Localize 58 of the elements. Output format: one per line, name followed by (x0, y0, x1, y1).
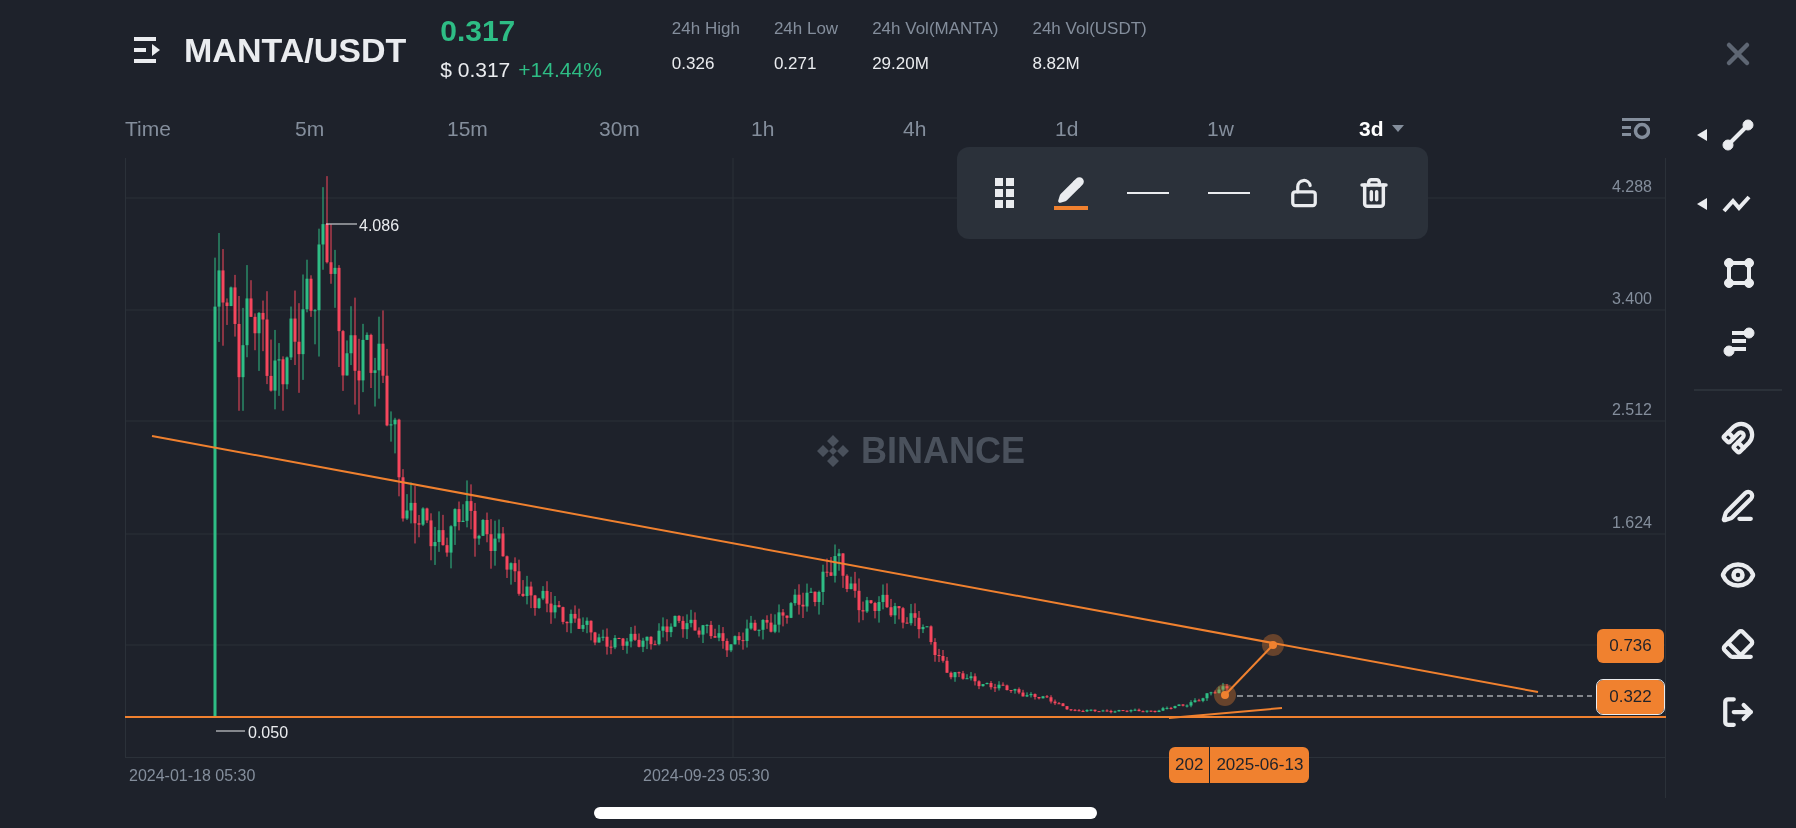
last-price: 0.317 (440, 14, 517, 49)
pen-color-swatch (1053, 206, 1088, 210)
price-change: +14.44% (518, 57, 602, 84)
interval-tab[interactable]: 5m (295, 113, 447, 145)
line-tool-icon[interactable] (1721, 118, 1755, 152)
trend-line[interactable] (151, 435, 1539, 693)
price-tag: 0.736 (1597, 629, 1664, 663)
interval-tab[interactable]: 1d (1055, 113, 1207, 145)
leader-line (215, 730, 246, 732)
line-width-icon[interactable] (1126, 191, 1169, 195)
usd-price: $ 0.317 (440, 57, 511, 84)
pencil-icon (1056, 176, 1085, 204)
triangle-left-icon (1697, 129, 1707, 141)
pair-title: MANTA/USDT (184, 29, 407, 71)
time-tag: 202 (1169, 747, 1211, 783)
low-price-marker: 0.050 (248, 723, 289, 743)
interval-tab[interactable]: 4h (903, 113, 1055, 145)
high-price-marker: 4.086 (359, 216, 400, 236)
interval-tab[interactable]: 1h (751, 113, 903, 145)
pen-ruler-icon[interactable] (1721, 489, 1755, 523)
drag-handle-icon[interactable] (994, 178, 1015, 208)
triangle-left-icon (1697, 198, 1707, 210)
price-axis-label: 3.400 (1611, 289, 1652, 309)
selected-trend-line[interactable] (1214, 634, 1284, 706)
price-axis-label: 2.512 (1611, 400, 1652, 420)
stat-label: 24h Vol(MANTA) (872, 17, 999, 40)
time-label: Time (125, 116, 172, 143)
stat-value: 8.82M (1032, 53, 1081, 75)
interval-tab[interactable]: 30m (599, 113, 751, 145)
stat-value: 0.326 (671, 53, 716, 75)
eraser-icon[interactable] (1721, 627, 1755, 661)
interval-tab[interactable]: 15m (447, 113, 599, 145)
stat-value: 0.271 (773, 53, 818, 75)
time-tag: 2025-06-13 (1210, 747, 1310, 783)
trend-line[interactable] (1168, 707, 1283, 719)
rectangle-tool-icon[interactable] (1722, 256, 1756, 290)
time-axis-label: 2024-09-23 05:30 (643, 766, 770, 786)
stat-value: 29.20M (872, 53, 930, 75)
magnet-icon[interactable] (1721, 421, 1755, 455)
stat-label: 24h Vol(USDT) (1032, 17, 1147, 40)
watermark-logo-icon (815, 433, 851, 469)
price-axis-label: 1.624 (1611, 513, 1652, 533)
unlock-icon[interactable] (1289, 178, 1320, 208)
stat-label: 24h Low (773, 17, 839, 40)
price-tag: 0.322 (1597, 680, 1664, 714)
fib-tool-icon[interactable] (1722, 325, 1756, 359)
stat-label: 24h High (671, 17, 740, 40)
chart-settings-icon[interactable] (1622, 118, 1650, 140)
price-axis-label: 4.288 (1611, 177, 1652, 197)
line-style-icon[interactable] (1208, 191, 1251, 195)
interval-tab[interactable]: 1w (1207, 113, 1359, 145)
interval-tab[interactable]: 3d (1359, 113, 1511, 145)
leader-line (325, 223, 358, 225)
time-axis-label: 2024-01-18 05:30 (129, 766, 256, 786)
delete-icon[interactable] (1358, 177, 1391, 209)
caret-icon (1391, 125, 1404, 133)
pen-color-button[interactable] (1053, 176, 1088, 210)
exit-icon[interactable] (1721, 695, 1755, 729)
